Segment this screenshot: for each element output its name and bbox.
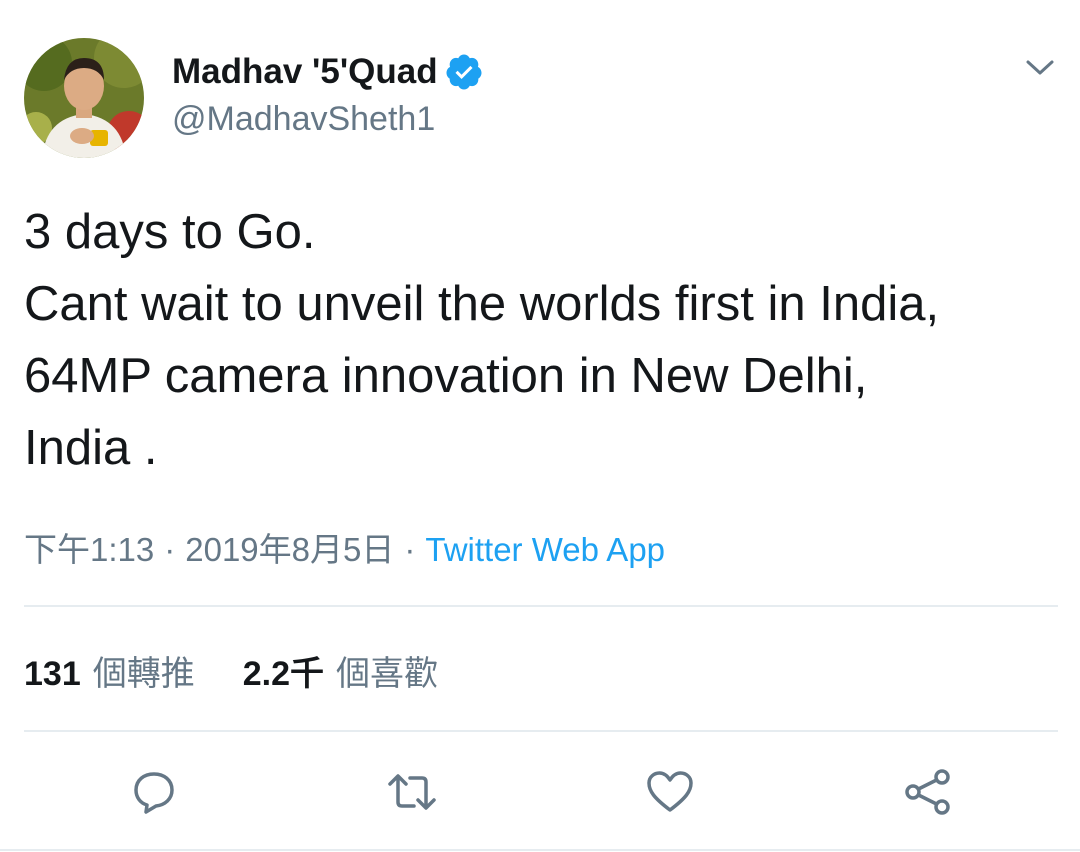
tweet-meta: 下午1:13 · 2019年8月5日 · Twitter Web App (24, 523, 665, 571)
tweet-text-line: India . (24, 421, 158, 475)
retweet-label: 個轉推 (92, 655, 195, 693)
heart-icon (647, 771, 693, 812)
retweet-stat[interactable]: 131 個轉推 (24, 646, 195, 695)
tweet-text: 3 days to Go. Cant wait to unveil the wo… (24, 196, 1064, 484)
avatar[interactable] (24, 38, 144, 158)
tweet-detail: Madhav '5'Quad @MadhavSheth1 3 days to G… (0, 0, 1080, 852)
tweet-text-line: 64MP camera innovation in New Delhi, (24, 349, 868, 403)
retweet-button[interactable] (386, 766, 438, 818)
author-name-row: Madhav '5'Quad (172, 50, 484, 94)
divider (24, 730, 1058, 732)
divider (0, 849, 1080, 851)
tweet-date[interactable]: 2019年8月5日 (185, 531, 394, 568)
tweet-text-line: Cant wait to unveil the worlds first in … (24, 277, 940, 331)
retweet-count: 131 (24, 655, 81, 693)
share-icon (905, 769, 950, 815)
author-handle[interactable]: @MadhavSheth1 (172, 100, 435, 139)
reply-icon (134, 772, 174, 814)
like-count: 2.2千 (242, 655, 324, 693)
retweet-icon (388, 774, 436, 810)
chevron-down-icon (1026, 60, 1054, 75)
tweet-source-link[interactable]: Twitter Web App (425, 531, 665, 568)
share-button[interactable] (902, 766, 954, 818)
author-display-name[interactable]: Madhav '5'Quad (172, 52, 438, 92)
avatar-photo (24, 38, 144, 158)
tweet-stats: 131 個轉推 2.2千 個喜歡 (24, 646, 438, 695)
divider (24, 605, 1058, 607)
meta-separator: · (404, 531, 416, 568)
more-options-button[interactable] (1018, 48, 1062, 88)
tweet-time[interactable]: 下午1:13 (24, 531, 154, 568)
like-label: 個喜歡 (336, 655, 438, 693)
reply-button[interactable] (128, 766, 180, 818)
like-stat[interactable]: 2.2千 個喜歡 (243, 646, 438, 695)
like-button[interactable] (644, 766, 696, 818)
verified-badge-icon (444, 52, 484, 92)
tweet-text-line: 3 days to Go. (24, 205, 316, 259)
meta-separator: · (164, 531, 176, 568)
